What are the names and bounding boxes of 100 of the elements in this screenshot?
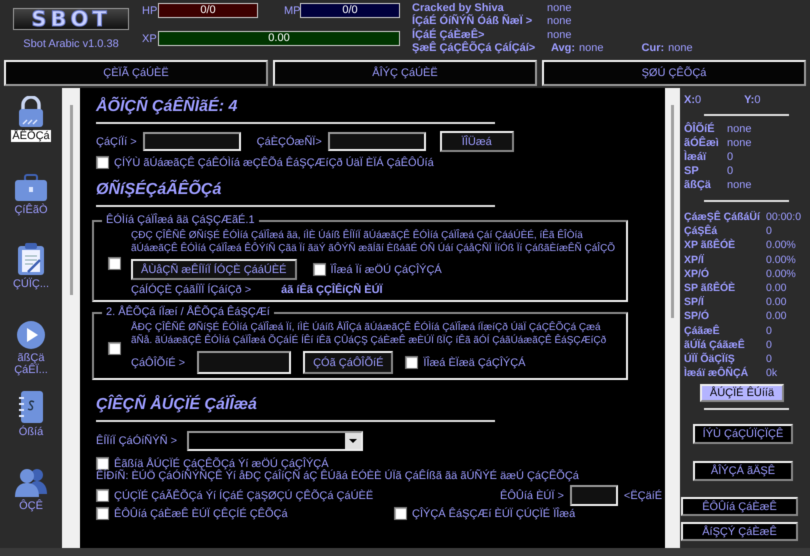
login-button[interactable]: ÏÎÜæá [440,131,514,152]
stat-label: SP/Ó [684,309,710,324]
status-label: ÍÇáÉ ÓíÑÝÑ Óáß ÑæÏ > [412,15,534,28]
stat-value: 0.00 [766,309,788,324]
logo: SBOT [13,8,129,30]
clipboard-icon[interactable] [16,242,46,276]
stat-value: 00:00:0 [766,210,802,224]
bar-label: HP [142,4,158,16]
version-label: Sbot Arabic v1.0.38 [23,38,119,50]
stat-label: ÇáŞÊá [684,224,718,238]
checkbox[interactable] [108,256,121,270]
checkbox-label: ÇÚÇÏÉ ÇáÃÊÕÇá Ýí ÍÇáÉ ÇäŞØÇÚ ÇÊÕÇá ÇáÚÈË [114,490,374,502]
field-label: ÇáÔÎÕíÉ > [131,356,186,368]
checkbox[interactable] [96,489,109,502]
stat-value: 0 [727,164,734,178]
field-label: ÊÍÏíÏ ÇáÓíÑÝÑ > [96,435,177,447]
hp-bar: 0/0 [158,3,258,18]
action-button[interactable]: ÅÎÝÇÁ ãÄŞÊ [693,461,793,482]
sidebar-item[interactable]: Óßíá [18,426,44,438]
nav-button[interactable]: ÇÈÏÃ ÇáÚÈË [4,60,268,86]
stat-value: 0.00 [766,281,788,296]
checkbox[interactable] [394,507,407,520]
stat-label: XP ãßÊÓÈ [684,238,736,253]
description-text: ÇÐÇ ÇÎÊÑÊ ØÑíŞÉ ÊÓÌíá ÇáÏÎæá ãä, íÌÈ Úáíß ÊÍÏíÏ ãÚáæãÇÊ ÊÓÌíá ÇáÏÎæá Çáí ÇááÚÈÉ, íÊã ÊÎÒíä ãÚáæãÇÊ ÊÓÌíá ÇáÏÎæá ÊÔÝíÑ Çãä Ïí ãäÝ ãÔÝÑ æãÍãí ÈßáãÉ ÓÑ Úáí ÇáåÇÑÏ ÏíÓß Ïí ÇáßãÈíæÊÑ ÇáÎÇÕ [131,230,616,255]
stat-label: SP ãßÊÓÈ [684,281,736,296]
stat-value: none [727,122,752,136]
checkbox[interactable] [96,507,109,520]
sidebar-item[interactable]: ÇíÊãÒ [13,204,48,216]
sidebar-item[interactable]: ÔÇÊ [18,500,44,512]
reset-button[interactable]: ÅÚÇÏÉ ÊÚííä [700,384,784,402]
checkbox[interactable] [405,356,418,369]
people-icon[interactable] [14,466,48,498]
delay-field[interactable] [570,485,618,506]
action-button[interactable]: ÍÝÙ ÇáÇÚÏÇÏÇÊ [693,424,793,444]
nav-button[interactable]: ŞØÚ ÇÊÕÇá [542,60,806,86]
group-title: 2. ÅÊÕÇá íÏæí / ÅÊÕÇá ÊáŞÇÆí [102,306,274,318]
sidebar-item[interactable]: ÅÊÕÇá [11,130,51,142]
stat-label: XP/Ó [684,266,710,282]
briefcase-icon[interactable] [14,174,48,202]
stat-label: XP/Ï [684,252,705,267]
character-field[interactable] [197,351,292,374]
stat-label: SP/Ï [684,295,705,310]
checkbox[interactable] [108,342,121,354]
mp-bar: 0/0 [300,3,400,18]
notebook-icon[interactable] [18,390,44,424]
checkbox[interactable] [96,156,109,169]
status-label: Cracked by Shiva [412,2,504,14]
checkbox[interactable] [96,457,109,470]
scrollbar-thumb[interactable] [671,105,674,318]
stat-label: ãÚÏá ÇáãæÊ [684,338,746,352]
bar-label: MP [284,4,300,16]
stat-value: 0.00% [766,238,797,253]
description-text: ÅÐÇ ÇÎÊÑÊ ØÑíŞÉ ÊÓÌíá ÇáÏÎæá Ïí, íÌÈ Úáíß ÅÏÎÇá ãÚáæãÇÊ ÊÓÌíá ÇáÏÎæá íÏæíÇð ÚäÏ ÇáÇÊÕÇá Çæá ãÑå. ãÚáæãÇÊ ÊÓÌíá ÇáÏÎæá ÕÇáÍÉ ÍÊí íÊã ÇÛáÇŞ ÇáÈæÊ æÈÚÏ ßÏÇ íÊã ãÓÍ ÇáãÚáæãÇÊ ÊáŞÇÆíÇð [131,322,608,347]
bot-button[interactable]: ÊÔÛíá ÇáÈæÊ [681,497,798,516]
account-button[interactable]: ÅÙåÇÑ æÊÍÏíÏ ÍÓÇÈ ÇááÚÈÉ [131,259,296,280]
warning-text: ÊÍÐíÑ: ÈÚÖ ÇáÓíÑÝÑÇÊ Ýí åÐÇ ÇáÎíÇÑ áÇ ÊÚãá ÈÓÈÈ ÚÏã ÇáÊÍßã ãä ãÚÑÝÉ äæÚ ÇáÇÊÕÇá [96,470,580,482]
stat-value: 0 [766,224,773,238]
status-value: none [547,2,572,14]
checkbox-label: ÏÎæá Ïí æÖÚ ÇáÇÎÝÇÁ [330,264,442,276]
stat-label: ãÓÊæì [684,136,720,150]
lock-icon[interactable] [16,96,45,128]
stat-value: 0 [766,324,773,338]
checkbox[interactable] [312,263,326,276]
server-dropdown[interactable] [187,431,363,451]
stat-value: 0.00 [766,295,788,310]
stat-value: 0k [766,366,778,380]
stat-value: none [727,178,752,192]
bot-button[interactable]: ÅíŞÇÝ ÇáÈæÊ [681,522,798,542]
stat-label: SP [684,164,700,178]
checkbox-label: ÇÎÝÇÁ ÊáŞÇÆí ÈÚÏ ÇÚÇÏÉ ÏÎæá [412,508,576,520]
field-label: ÇáÇíÏí > [96,136,137,148]
sidebar-item[interactable]: ÇÚÏÇ... [12,278,50,290]
character-button[interactable]: ÇÓã ÇáÔÎÕíÉ [303,351,394,374]
stat-value: 0.00% [766,252,797,267]
coordinate-value: 0 [754,94,760,106]
password-field[interactable] [328,132,426,151]
status-value: none [579,42,604,54]
status-value: none [547,15,572,28]
coordinate-value: 0 [695,94,702,106]
xp-bar: 0.00 [158,31,400,46]
scrollbar-thumb[interactable] [70,105,72,295]
stat-label: ÚÏÏ ÕäÇÏíŞ [684,352,736,366]
sidebar-item[interactable]: ãßÇä ÇáÊÏ... [0,352,62,376]
stat-label: ãßÇä [684,178,712,192]
checkbox-label: ÊÔÛíá ÇáÈæÊ ÈÚÏ ÇÊÇÍÉ ÇÊÕÇá [114,508,288,520]
field-label: ÇáÍÓÇÈ ÇáãÍÏÏ ÍÇáíÇð > [131,284,252,296]
stat-label: ÇáæŞÊ ÇáßáÜí [684,210,762,224]
nav-button[interactable]: ÅÎÝÇ ÇáÚÈË [273,60,537,86]
stat-label: Ìæáï æÔÑÇÁ [684,366,750,380]
group-title: ÊÓÌíá ÇáÏÎæá ãä ÇáŞÇÆãÉ.1 [102,214,259,226]
play-icon[interactable] [16,320,46,350]
stat-label: Ìæáï [684,150,708,164]
coordinate-label: Y: [744,94,754,106]
stat-value: 0.00% [766,266,797,282]
checkbox-label: ÇÍÝÙ ãÚáæãÇÊ ÇáÊÓÌíá æÇÊÕá ÊáŞÇÆíÇð ÚäÏ ÈÏÁ ÇáÊÔÛíá [114,156,434,168]
stat-value: 0 [766,352,773,366]
stat-value: 0 [727,150,734,164]
stat-value: none [727,136,752,150]
section-heading: ÇÎÊÇÑ ÅÚÇÏÉ ÇáÏÎæá [96,396,258,414]
id-field[interactable] [142,132,241,151]
